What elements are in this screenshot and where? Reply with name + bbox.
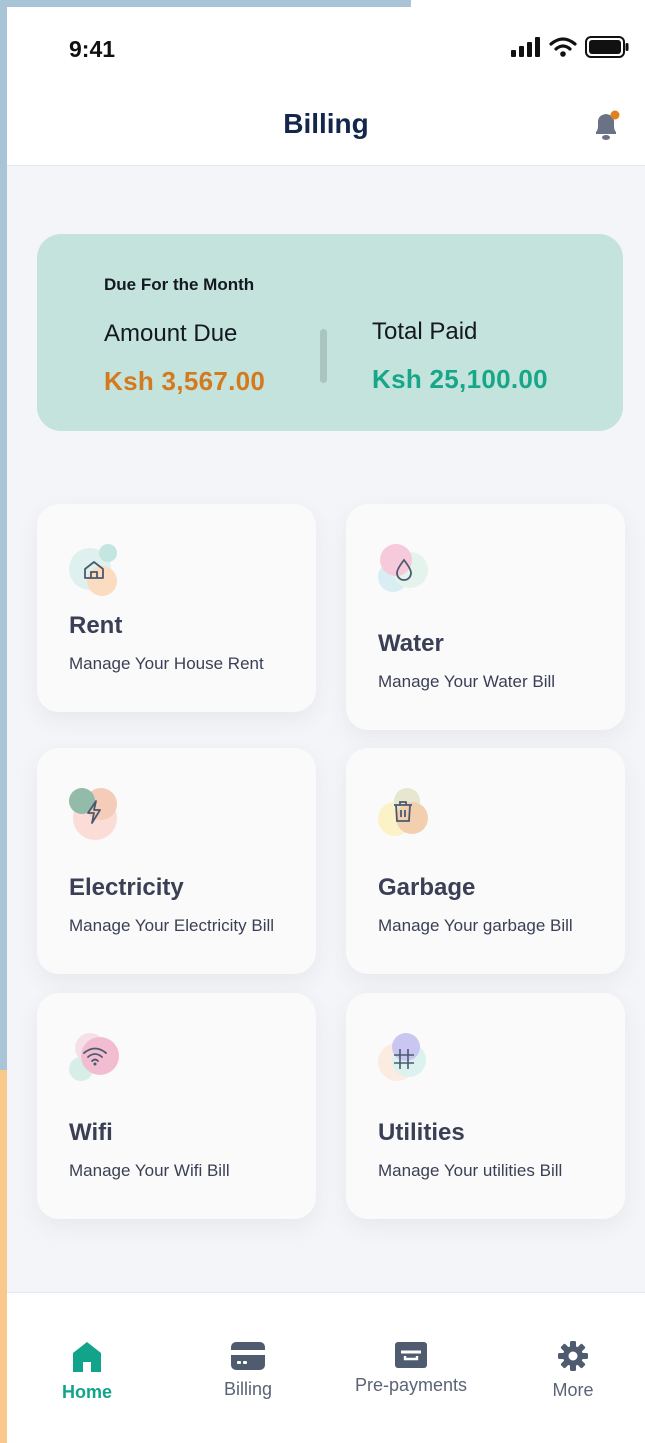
tab-pre-payments[interactable]: Pre-payments (341, 1341, 481, 1396)
amount-due-value: Ksh 3,567.00 (104, 366, 266, 396)
total-paid-value: Ksh 25,100.00 (372, 364, 548, 394)
tab-more[interactable]: More (503, 1340, 643, 1401)
card-title: Utilities (378, 1119, 465, 1146)
bottom-tab-bar: Home Billing Pre-payments More (7, 1292, 645, 1443)
wallet-icon (395, 1342, 427, 1368)
water-card[interactable]: Water Manage Your Water Bill (346, 504, 625, 730)
top-bar: 9:41 Billing (7, 0, 645, 166)
garbage-card[interactable]: Garbage Manage Your garbage Bill (346, 748, 625, 974)
card-title: Electricity (69, 874, 184, 901)
wifi-status-icon (549, 37, 577, 57)
status-time: 9:41 (69, 36, 116, 62)
tab-label: More (552, 1380, 594, 1400)
notification-bell-icon[interactable] (593, 110, 621, 142)
card-title: Wifi (69, 1119, 113, 1146)
tab-label: Pre-payments (354, 1375, 468, 1395)
total-paid-label: Total Paid (372, 318, 478, 345)
grid-icon (378, 1033, 430, 1085)
water-drop-icon (378, 544, 430, 596)
card-subtitle: Manage Your garbage Bill (378, 916, 573, 935)
summary-divider (320, 329, 327, 383)
lightning-icon (69, 788, 121, 840)
tab-home[interactable]: Home (17, 1340, 157, 1403)
gear-icon (558, 1341, 588, 1371)
utilities-card[interactable]: Utilities Manage Your utilities Bill (346, 993, 625, 1219)
card-title: Rent (69, 612, 123, 639)
rent-card[interactable]: Rent Manage Your House Rent (37, 504, 316, 712)
amount-due-section: Amount Due Ksh 3,567.00 (104, 320, 265, 397)
amount-due-label: Amount Due (104, 320, 238, 347)
home-icon (73, 1342, 101, 1372)
top-strip (7, 0, 411, 7)
house-icon (69, 544, 121, 596)
total-paid-section: Total Paid Ksh 25,100.00 (372, 318, 548, 395)
signal-icon (511, 37, 540, 57)
tab-label: Home (61, 1382, 112, 1402)
card-title: Garbage (378, 874, 476, 901)
card-subtitle: Manage Your Electricity Bill (69, 916, 275, 935)
summary-heading: Due For the Month (104, 275, 255, 294)
battery-icon (585, 36, 629, 58)
tab-label: Billing (223, 1379, 273, 1399)
monthly-summary-card: Due For the Month Amount Due Ksh 3,567.0… (37, 234, 623, 431)
card-subtitle: Manage Your House Rent (69, 654, 264, 673)
billing-screen: 9:41 Billing Due For the Month Amount Du… (7, 0, 645, 1443)
wifi-icon (69, 1033, 121, 1085)
tab-billing[interactable]: Billing (178, 1341, 318, 1400)
card-subtitle: Manage Your Wifi Bill (69, 1161, 230, 1180)
status-icons (511, 36, 629, 58)
page-title: Billing (283, 108, 369, 139)
wifi-card[interactable]: Wifi Manage Your Wifi Bill (37, 993, 316, 1219)
card-subtitle: Manage Your Water Bill (378, 672, 556, 691)
card-title: Water (378, 630, 444, 657)
electricity-card[interactable]: Electricity Manage Your Electricity Bill (37, 748, 316, 974)
card-icon (231, 1342, 265, 1370)
trash-icon (378, 788, 430, 840)
card-subtitle: Manage Your utilities Bill (378, 1161, 563, 1180)
